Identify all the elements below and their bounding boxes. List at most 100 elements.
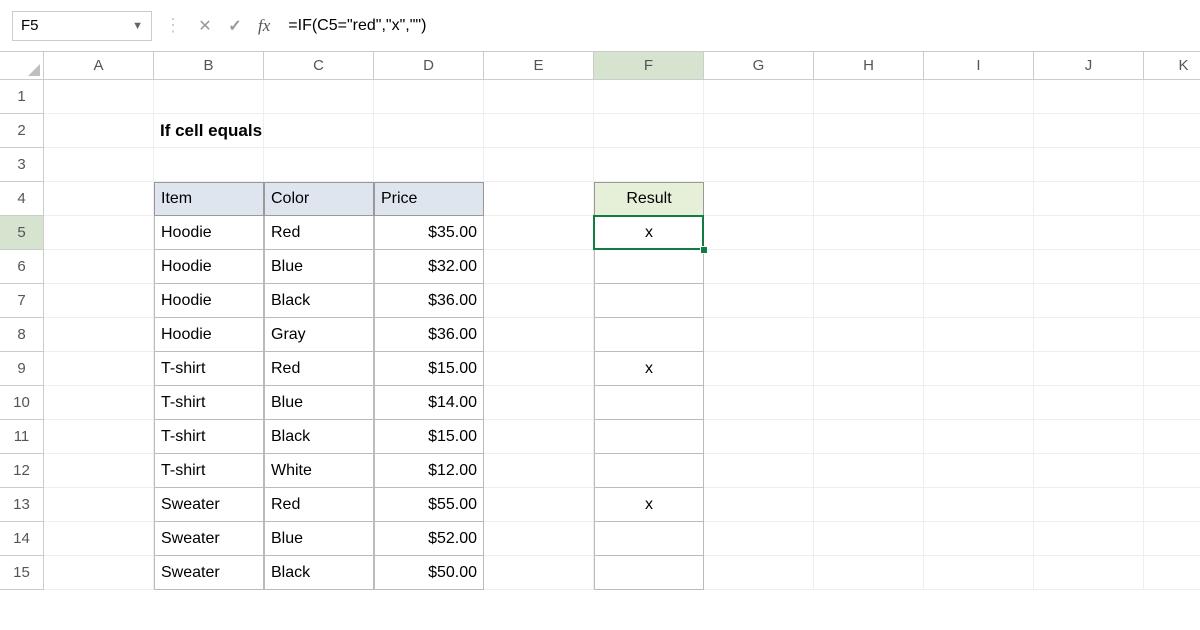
cell-E4[interactable] (484, 182, 594, 216)
cell-H11[interactable] (814, 420, 924, 454)
fill-handle[interactable] (700, 246, 708, 254)
row-header-5[interactable]: 5 (0, 216, 44, 250)
cell-E9[interactable] (484, 352, 594, 386)
cell-G2[interactable] (704, 114, 814, 148)
cell-I8[interactable] (924, 318, 1034, 352)
data-result[interactable] (594, 250, 704, 284)
cell-A8[interactable] (44, 318, 154, 352)
data-price[interactable]: $12.00 (374, 454, 484, 488)
cell-G5[interactable] (704, 216, 814, 250)
data-item[interactable]: Hoodie (154, 250, 264, 284)
data-price[interactable]: $14.00 (374, 386, 484, 420)
data-price[interactable]: $55.00 (374, 488, 484, 522)
cell-K9[interactable] (1144, 352, 1200, 386)
cell-A14[interactable] (44, 522, 154, 556)
cell-E8[interactable] (484, 318, 594, 352)
cell-A10[interactable] (44, 386, 154, 420)
column-header-K[interactable]: K (1144, 52, 1200, 80)
cell-I6[interactable] (924, 250, 1034, 284)
data-result[interactable]: x (594, 488, 704, 522)
data-item[interactable]: Hoodie (154, 318, 264, 352)
data-item[interactable]: T-shirt (154, 454, 264, 488)
cell-H9[interactable] (814, 352, 924, 386)
cell-A7[interactable] (44, 284, 154, 318)
column-header-A[interactable]: A (44, 52, 154, 80)
cell-I3[interactable] (924, 148, 1034, 182)
cell-H14[interactable] (814, 522, 924, 556)
data-result[interactable] (594, 284, 704, 318)
data-price[interactable]: $32.00 (374, 250, 484, 284)
cell-I2[interactable] (924, 114, 1034, 148)
chevron-down-icon[interactable]: ▼ (132, 20, 143, 32)
cell-J9[interactable] (1034, 352, 1144, 386)
cell-E10[interactable] (484, 386, 594, 420)
cell-G7[interactable] (704, 284, 814, 318)
cell-F3[interactable] (594, 148, 704, 182)
cell-J8[interactable] (1034, 318, 1144, 352)
data-color[interactable]: Blue (264, 522, 374, 556)
cell-G10[interactable] (704, 386, 814, 420)
data-color[interactable]: Red (264, 216, 374, 250)
data-color[interactable]: Gray (264, 318, 374, 352)
column-header-J[interactable]: J (1034, 52, 1144, 80)
cell-J7[interactable] (1034, 284, 1144, 318)
data-item[interactable]: T-shirt (154, 420, 264, 454)
column-header-F[interactable]: F (594, 52, 704, 80)
data-result[interactable] (594, 386, 704, 420)
cell-I11[interactable] (924, 420, 1034, 454)
cell-K6[interactable] (1144, 250, 1200, 284)
row-header-14[interactable]: 14 (0, 522, 44, 556)
row-header-4[interactable]: 4 (0, 182, 44, 216)
data-color[interactable]: Black (264, 284, 374, 318)
cell-J6[interactable] (1034, 250, 1144, 284)
fx-icon[interactable]: fx (254, 16, 274, 36)
data-color[interactable]: Blue (264, 386, 374, 420)
cell-J5[interactable] (1034, 216, 1144, 250)
cell-D2[interactable] (374, 114, 484, 148)
cell-A11[interactable] (44, 420, 154, 454)
column-header-D[interactable]: D (374, 52, 484, 80)
row-header-15[interactable]: 15 (0, 556, 44, 590)
row-header-11[interactable]: 11 (0, 420, 44, 454)
cell-K14[interactable] (1144, 522, 1200, 556)
data-item[interactable]: T-shirt (154, 352, 264, 386)
cell-K12[interactable] (1144, 454, 1200, 488)
cell-A15[interactable] (44, 556, 154, 590)
cell-J13[interactable] (1034, 488, 1144, 522)
cell-K5[interactable] (1144, 216, 1200, 250)
cell-I12[interactable] (924, 454, 1034, 488)
cell-E2[interactable] (484, 114, 594, 148)
cell-C2[interactable] (264, 114, 374, 148)
cell-E5[interactable] (484, 216, 594, 250)
cell-I7[interactable] (924, 284, 1034, 318)
cell-G14[interactable] (704, 522, 814, 556)
cell-J12[interactable] (1034, 454, 1144, 488)
data-price[interactable]: $36.00 (374, 284, 484, 318)
cell-G13[interactable] (704, 488, 814, 522)
formula-input[interactable] (282, 0, 1188, 51)
cell-G4[interactable] (704, 182, 814, 216)
data-item[interactable]: Sweater (154, 488, 264, 522)
cell-J15[interactable] (1034, 556, 1144, 590)
cell-E14[interactable] (484, 522, 594, 556)
cancel-icon[interactable]: ✕ (194, 15, 216, 37)
cell-H5[interactable] (814, 216, 924, 250)
cell-H13[interactable] (814, 488, 924, 522)
row-header-2[interactable]: 2 (0, 114, 44, 148)
cell-H7[interactable] (814, 284, 924, 318)
data-price[interactable]: $15.00 (374, 420, 484, 454)
cell-E6[interactable] (484, 250, 594, 284)
row-header-12[interactable]: 12 (0, 454, 44, 488)
cell-D1[interactable] (374, 80, 484, 114)
data-price[interactable]: $15.00 (374, 352, 484, 386)
data-color[interactable]: Black (264, 420, 374, 454)
cell-G9[interactable] (704, 352, 814, 386)
cell-A13[interactable] (44, 488, 154, 522)
cell-A2[interactable] (44, 114, 154, 148)
data-color[interactable]: Black (264, 556, 374, 590)
cell-K4[interactable] (1144, 182, 1200, 216)
cell-J10[interactable] (1034, 386, 1144, 420)
column-header-I[interactable]: I (924, 52, 1034, 80)
row-header-10[interactable]: 10 (0, 386, 44, 420)
cell-C1[interactable] (264, 80, 374, 114)
